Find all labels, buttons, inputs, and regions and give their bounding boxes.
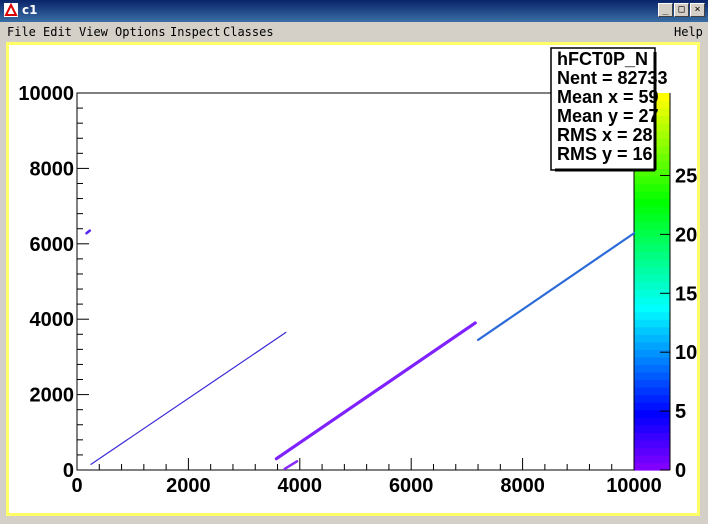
y-tick-label: 4000 [30,309,75,331]
stats-line-mean-y: Mean y = 27 [557,106,659,126]
menu-options[interactable]: Options [115,25,166,39]
data-series [85,229,636,471]
z-tick-label: 20 [675,224,697,246]
y-tick-label: 8000 [30,158,75,180]
data-line [274,321,477,461]
palette-band [634,213,670,222]
palette-band [634,273,670,283]
y-tick-label: 6000 [30,234,75,256]
palette-band [634,379,670,388]
palette-band [634,183,670,192]
z-tick-label: 5 [675,401,686,423]
window-title: c1 [22,3,38,17]
palette-band [634,311,670,320]
palette-band [634,326,670,335]
x-tick-label: 8000 [500,475,545,497]
palette-band [634,266,670,275]
palette-band [634,402,670,411]
palette-band [634,296,670,305]
menu-help[interactable]: Help [674,25,703,39]
y-axis: 0 2000 4000 6000 8000 10000 [18,83,89,482]
palette-band [634,236,670,245]
z-tick-label: 10 [675,342,697,364]
palette-band [634,258,670,268]
minimize-button[interactable]: _ [658,3,673,17]
palette-band [634,304,670,313]
palette-band [634,251,670,260]
y-tick-label: 0 [63,460,74,482]
palette-band [634,175,670,185]
x-axis: 0 2000 4000 6000 8000 10000 [71,458,662,497]
palette-band [634,424,670,433]
close-button[interactable]: × [690,3,705,17]
menu-bar: File Edit View Options Inspect Classes H… [0,22,708,42]
data-line [476,232,636,342]
data-line [90,331,287,465]
stats-box[interactable]: hFCT0P_N Nent = 82733 Mean x = 59 Mean y… [550,47,668,172]
palette-band [634,371,670,381]
palette-band [634,394,670,403]
palette-band [634,439,670,448]
menu-classes[interactable]: Classes [223,25,274,39]
stats-name: hFCT0P_N [557,49,648,69]
palette-band [634,364,670,373]
palette-band [634,334,670,343]
title-bar: c1 _ □ × [0,0,708,22]
z-tick-label: 15 [675,283,697,305]
menu-file[interactable]: File [7,25,36,39]
stats-line-entries: Nent = 82733 [557,68,668,88]
menu-view[interactable]: View [79,25,108,39]
palette-band [634,191,670,200]
maximize-button[interactable]: □ [674,3,689,17]
y-tick-label: 10000 [18,83,74,105]
palette-band [634,454,670,464]
stats-line-rms-x: RMS x = 28 [557,125,653,145]
palette-band [634,341,670,350]
z-tick-label: 25 [675,165,697,187]
palette-band [634,417,670,426]
x-tick-label: 2000 [166,475,211,497]
data-line [85,229,92,235]
palette-band [634,387,670,396]
stats-line-mean-x: Mean x = 59 [557,87,659,107]
menu-edit[interactable]: Edit [43,25,72,39]
root-canvas[interactable]: 0 2000 4000 6000 8000 10000 0 2000 4000 6000 8000… [6,42,700,516]
palette-band [634,243,670,252]
x-tick-label: 6000 [389,475,434,497]
palette-band [634,356,670,366]
histogram-plot[interactable]: 0 2000 4000 6000 8000 10000 0 2000 4000 6000 8000… [9,45,697,513]
palette-band [634,349,670,358]
z-tick-label: 0 [675,460,686,482]
stats-line-rms-y: RMS y = 16 [557,144,653,164]
data-line [283,460,299,471]
palette-band [634,221,670,230]
palette-band [634,447,670,456]
x-tick-label: 10000 [606,475,662,497]
palette-band [634,206,670,215]
palette-band [634,281,670,290]
palette-band [634,319,670,328]
x-tick-label: 4000 [278,475,323,497]
palette-band [634,198,670,207]
root-app-icon [4,3,18,17]
y-tick-label: 2000 [30,385,75,407]
menu-inspect[interactable]: Inspect [170,25,221,39]
palette-band [634,462,670,471]
palette-band [634,228,670,237]
palette-band [634,432,670,441]
